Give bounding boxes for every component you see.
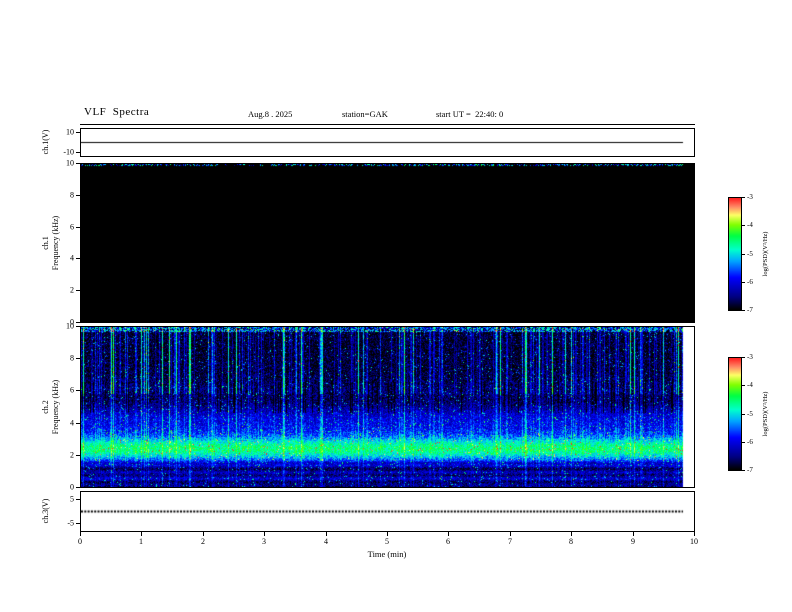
tick-mark: [76, 390, 80, 391]
time-tick-label: 6: [446, 537, 450, 546]
tick-mark: [264, 532, 265, 536]
freq-tick-label: 6: [70, 385, 74, 395]
tick-mark: [76, 163, 80, 164]
tick-mark: [76, 487, 80, 488]
tick-mark: [742, 414, 745, 415]
cb2-tick-label: -6: [747, 438, 753, 446]
freq-tick-label: 10: [66, 158, 74, 168]
cb1-tick-label: -3: [747, 193, 753, 201]
tick-mark: [742, 225, 745, 226]
tick-mark: [76, 499, 80, 500]
cb1-tick-label: -5: [747, 250, 753, 258]
time-tick-label: 3: [262, 537, 266, 546]
tick-mark: [76, 358, 80, 359]
tick-mark: [742, 385, 745, 386]
tick-mark: [326, 532, 327, 536]
time-tick-label: 2: [201, 537, 205, 546]
tick-mark: [76, 152, 80, 153]
freq-tick-label: 4: [70, 253, 74, 263]
tick-mark: [76, 227, 80, 228]
ch1v-tick-label: -10: [63, 147, 74, 157]
freq-tick-label: 0: [70, 482, 74, 492]
time-tick-label: 4: [324, 537, 328, 546]
ticks-layer: 10 -10 10 10 8 8 6 6 4 4 2 2 0 0 5 -5 0 1 2 3 4 5 6 7 8 9 10 -3 -4 -5…: [0, 0, 792, 612]
freq-tick-label: 8: [70, 190, 74, 200]
freq-tick-label: 2: [70, 450, 74, 460]
tick-mark: [742, 254, 745, 255]
tick-mark: [76, 258, 80, 259]
tick-mark: [742, 310, 745, 311]
tick-mark: [76, 326, 80, 327]
tick-mark: [742, 357, 745, 358]
tick-mark: [742, 442, 745, 443]
cb2-tick-label: -7: [747, 466, 753, 474]
tick-mark: [76, 523, 80, 524]
tick-mark: [387, 532, 388, 536]
time-tick-label: 8: [569, 537, 573, 546]
time-tick-label: 1: [139, 537, 143, 546]
tick-mark: [80, 532, 81, 536]
time-tick-label: 9: [631, 537, 635, 546]
tick-mark: [76, 423, 80, 424]
tick-mark: [742, 470, 745, 471]
cb1-tick-label: -6: [747, 278, 753, 286]
tick-mark: [694, 532, 695, 536]
cb2-tick-label: -3: [747, 353, 753, 361]
time-tick-label: 5: [385, 537, 389, 546]
tick-mark: [76, 132, 80, 133]
cb2-tick-label: -4: [747, 381, 753, 389]
tick-mark: [141, 532, 142, 536]
tick-mark: [742, 197, 745, 198]
time-tick-label: 10: [690, 537, 698, 546]
tick-mark: [76, 455, 80, 456]
tick-mark: [510, 532, 511, 536]
ch1v-tick-label: 10: [66, 127, 74, 137]
vlf-spectra-figure: VLF Spectra Aug.8 . 2025 station=GAK sta…: [0, 0, 792, 612]
tick-mark: [76, 290, 80, 291]
freq-tick-label: 2: [70, 285, 74, 295]
tick-mark: [203, 532, 204, 536]
time-tick-label: 0: [78, 537, 82, 546]
tick-mark: [76, 322, 80, 323]
tick-mark: [76, 195, 80, 196]
freq-tick-label: 6: [70, 222, 74, 232]
freq-tick-label: 8: [70, 353, 74, 363]
freq-tick-label: 0: [70, 317, 74, 327]
ch3v-tick-label: -5: [67, 518, 74, 528]
time-tick-label: 7: [508, 537, 512, 546]
ch3v-tick-label: 5: [70, 494, 74, 504]
tick-mark: [742, 282, 745, 283]
tick-mark: [633, 532, 634, 536]
cb2-tick-label: -5: [747, 410, 753, 418]
tick-mark: [571, 532, 572, 536]
tick-mark: [448, 532, 449, 536]
cb1-tick-label: -7: [747, 306, 753, 314]
freq-tick-label: 4: [70, 418, 74, 428]
cb1-tick-label: -4: [747, 221, 753, 229]
